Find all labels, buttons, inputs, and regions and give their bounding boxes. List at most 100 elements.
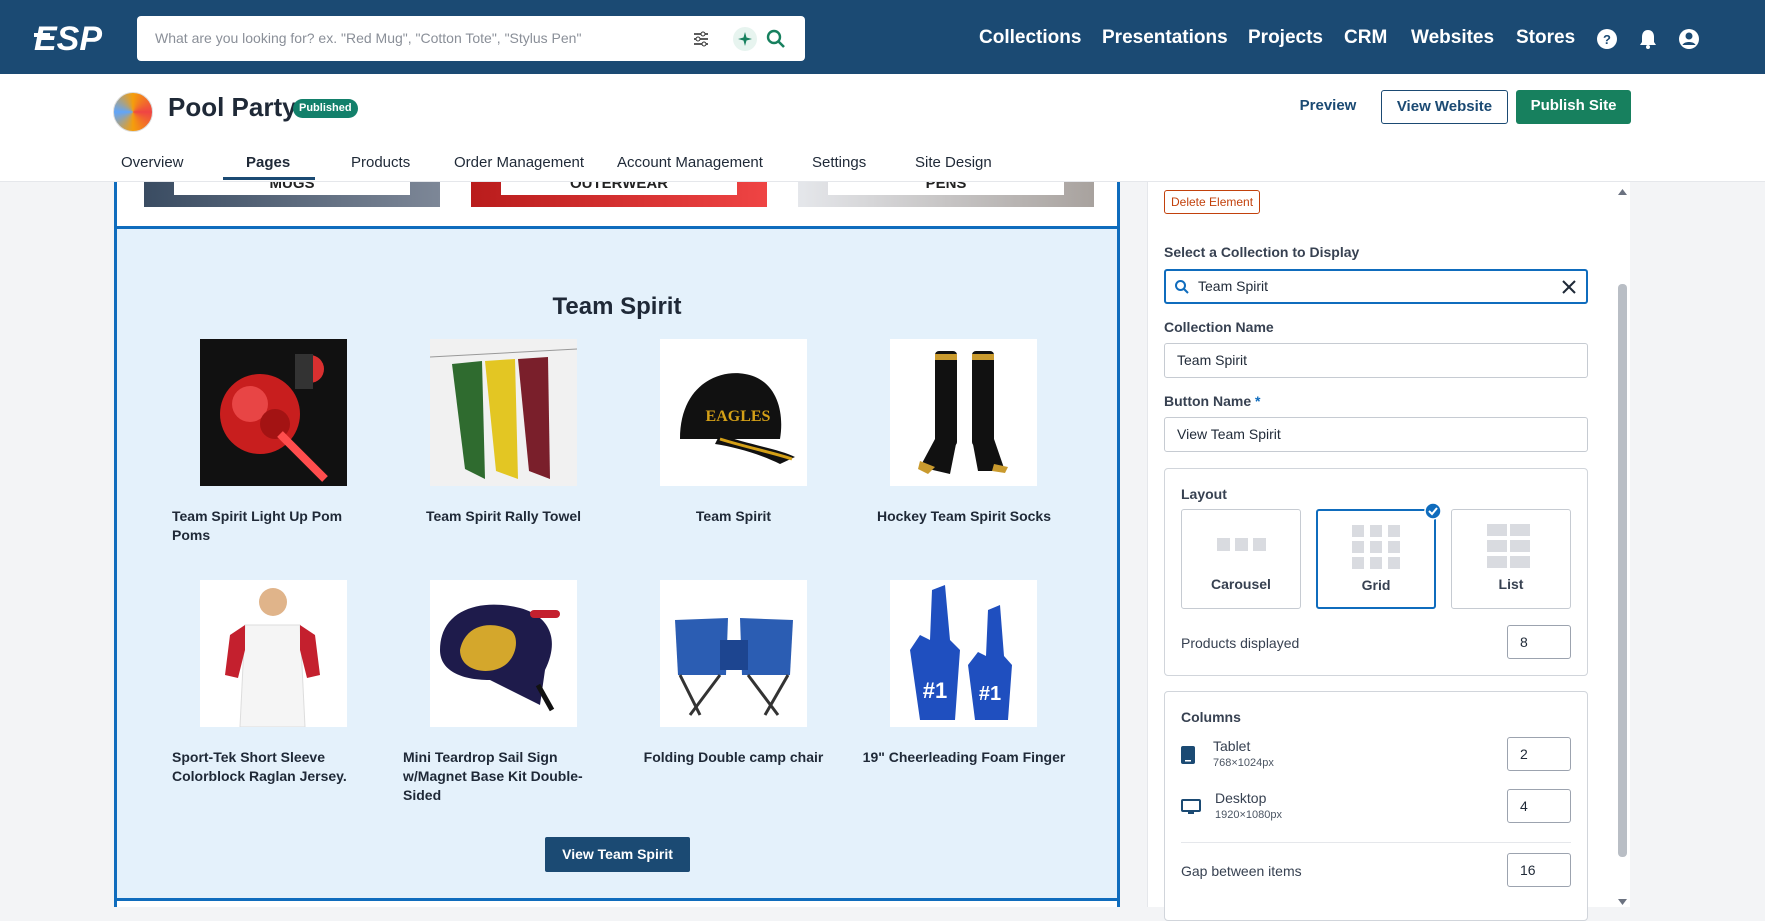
button-name-field[interactable]: View Team Spirit [1164,417,1588,452]
nav-websites[interactable]: Websites [1411,27,1494,49]
tab-order-management[interactable]: Order Management [454,154,584,171]
product-name[interactable]: Team Spirit Light Up Pom Poms [172,507,367,545]
product-image[interactable]: EAGLES [660,339,807,486]
svg-text:#1: #1 [923,678,947,703]
nav-projects[interactable]: Projects [1248,27,1323,49]
category-tile-pens[interactable]: PENS [798,182,1094,207]
list-icon [1452,524,1570,570]
nav-stores[interactable]: Stores [1516,27,1575,49]
nav-presentations[interactable]: Presentations [1102,27,1228,49]
columns-settings-box: Columns Tablet 768×1024px 2 Desktop 1920… [1164,691,1588,921]
panel-scrollbar[interactable] [1615,182,1630,907]
next-section-strip [114,901,1120,907]
delete-element-button[interactable]: Delete Element [1164,190,1261,214]
product-image[interactable] [200,580,347,727]
svg-text:?: ? [1603,32,1611,47]
product-image[interactable] [890,339,1037,486]
layout-option-label: Carousel [1211,576,1271,592]
nav-collections[interactable]: Collections [979,27,1081,49]
scroll-up-icon[interactable] [1617,188,1628,196]
collection-search-field[interactable]: Team Spirit [1164,269,1588,304]
nav-crm[interactable]: CRM [1344,27,1387,49]
product-name[interactable]: Sport-Tek Short Sleeve Colorblock Raglan… [172,748,367,786]
product-name[interactable]: 19" Cheerleading Foam Finger [859,748,1069,767]
view-website-button[interactable]: View Website [1381,90,1508,124]
product-name[interactable]: Team Spirit Rally Towel [406,507,601,526]
collection-name-label: Collection Name [1164,319,1274,335]
category-tile-mugs[interactable]: MUGS [144,182,440,207]
scrollbar-thumb[interactable] [1618,284,1627,857]
tab-pages[interactable]: Pages [246,154,290,171]
filter-sliders-icon[interactable] [690,28,712,50]
page-preview-canvas: MUGS OUTERWEAR PENS Team Spirit EAGLES T… [114,182,1120,907]
select-collection-label: Select a Collection to Display [1164,244,1360,260]
tab-site-design[interactable]: Site Design [915,154,992,171]
button-name-label: Button Name * [1164,393,1261,409]
category-label: OUTERWEAR [569,182,669,192]
columns-label: Columns [1181,709,1241,725]
selected-check-icon [1424,502,1442,520]
search-icon [1175,280,1189,294]
tablet-columns-input[interactable]: 2 [1507,737,1571,771]
category-label: MUGS [269,182,315,192]
collection-section[interactable]: Team Spirit EAGLES Team Spirit Light Up … [114,226,1120,901]
product-image[interactable] [430,339,577,486]
svg-text:ESP: ESP [34,20,102,58]
layout-option-label: List [1498,576,1524,592]
desktop-columns-input[interactable]: 4 [1507,789,1571,823]
svg-text:#1: #1 [979,683,1001,705]
help-icon[interactable]: ? [1596,28,1618,50]
desktop-size: 1920×1080px [1215,809,1282,821]
carousel-icon [1182,524,1300,570]
tab-products[interactable]: Products [351,154,410,171]
layout-label: Layout [1181,486,1227,502]
publish-site-button[interactable]: Publish Site [1516,90,1631,124]
tab-settings[interactable]: Settings [812,154,866,171]
required-asterisk: * [1255,393,1261,409]
search-icon[interactable] [765,28,787,50]
product-name[interactable]: Folding Double camp chair [631,748,836,767]
account-icon[interactable] [1678,28,1700,50]
element-settings-panel: Delete Element Select a Collection to Di… [1147,182,1630,921]
product-image[interactable] [660,580,807,727]
search-bar[interactable]: What are you looking for? ex. "Red Mug",… [137,16,805,61]
product-image[interactable] [430,580,577,727]
site-header: Pool Party Published Preview View Websit… [0,74,1765,182]
products-displayed-label: Products displayed [1181,635,1300,651]
scroll-down-icon[interactable] [1617,898,1628,906]
tab-account-management[interactable]: Account Management [617,154,763,171]
gap-input[interactable]: 16 [1507,853,1571,887]
collection-name-field[interactable]: Team Spirit [1164,343,1588,378]
clear-icon[interactable] [1562,280,1576,294]
layout-option-carousel[interactable]: Carousel [1181,509,1301,609]
section-title: Team Spirit [552,293,682,320]
products-displayed-input[interactable]: 8 [1507,625,1571,659]
tablet-label: Tablet [1213,738,1251,754]
collection-search-value: Team Spirit [1198,278,1269,294]
status-badge: Published [293,99,358,118]
view-collection-button[interactable]: View Team Spirit [545,837,690,872]
category-tile-outerwear[interactable]: OUTERWEAR [471,182,767,207]
active-tab-indicator [223,177,315,180]
category-label: PENS [925,182,967,192]
layout-option-grid[interactable]: Grid [1316,502,1442,609]
layout-option-list[interactable]: List [1451,509,1571,609]
preview-button[interactable]: Preview [1290,90,1366,124]
product-image[interactable] [200,339,347,486]
search-input[interactable]: What are you looking for? ex. "Red Mug",… [155,30,581,46]
desktop-label: Desktop [1215,790,1267,806]
product-image[interactable]: #1 #1 [890,580,1037,727]
tablet-icon [1181,746,1195,764]
ai-sparkle-icon[interactable] [733,27,757,51]
tab-overview[interactable]: Overview [121,154,184,171]
product-name[interactable]: Mini Teardrop Sail Sign w/Magnet Base Ki… [403,748,598,805]
category-strip: MUGS OUTERWEAR PENS [114,182,1120,226]
top-navigation-bar: ESP What are you looking for? ex. "Red M… [0,0,1765,74]
layout-option-label: Grid [1361,577,1391,593]
grid-icon [1318,525,1434,571]
product-name[interactable]: Team Spirit [636,507,831,526]
product-name[interactable]: Hockey Team Spirit Socks [859,507,1069,526]
esp-logo[interactable]: ESP [34,18,120,58]
notifications-bell-icon[interactable] [1637,28,1659,50]
layout-settings-box: Layout Carousel Grid List Products displ… [1164,468,1588,676]
